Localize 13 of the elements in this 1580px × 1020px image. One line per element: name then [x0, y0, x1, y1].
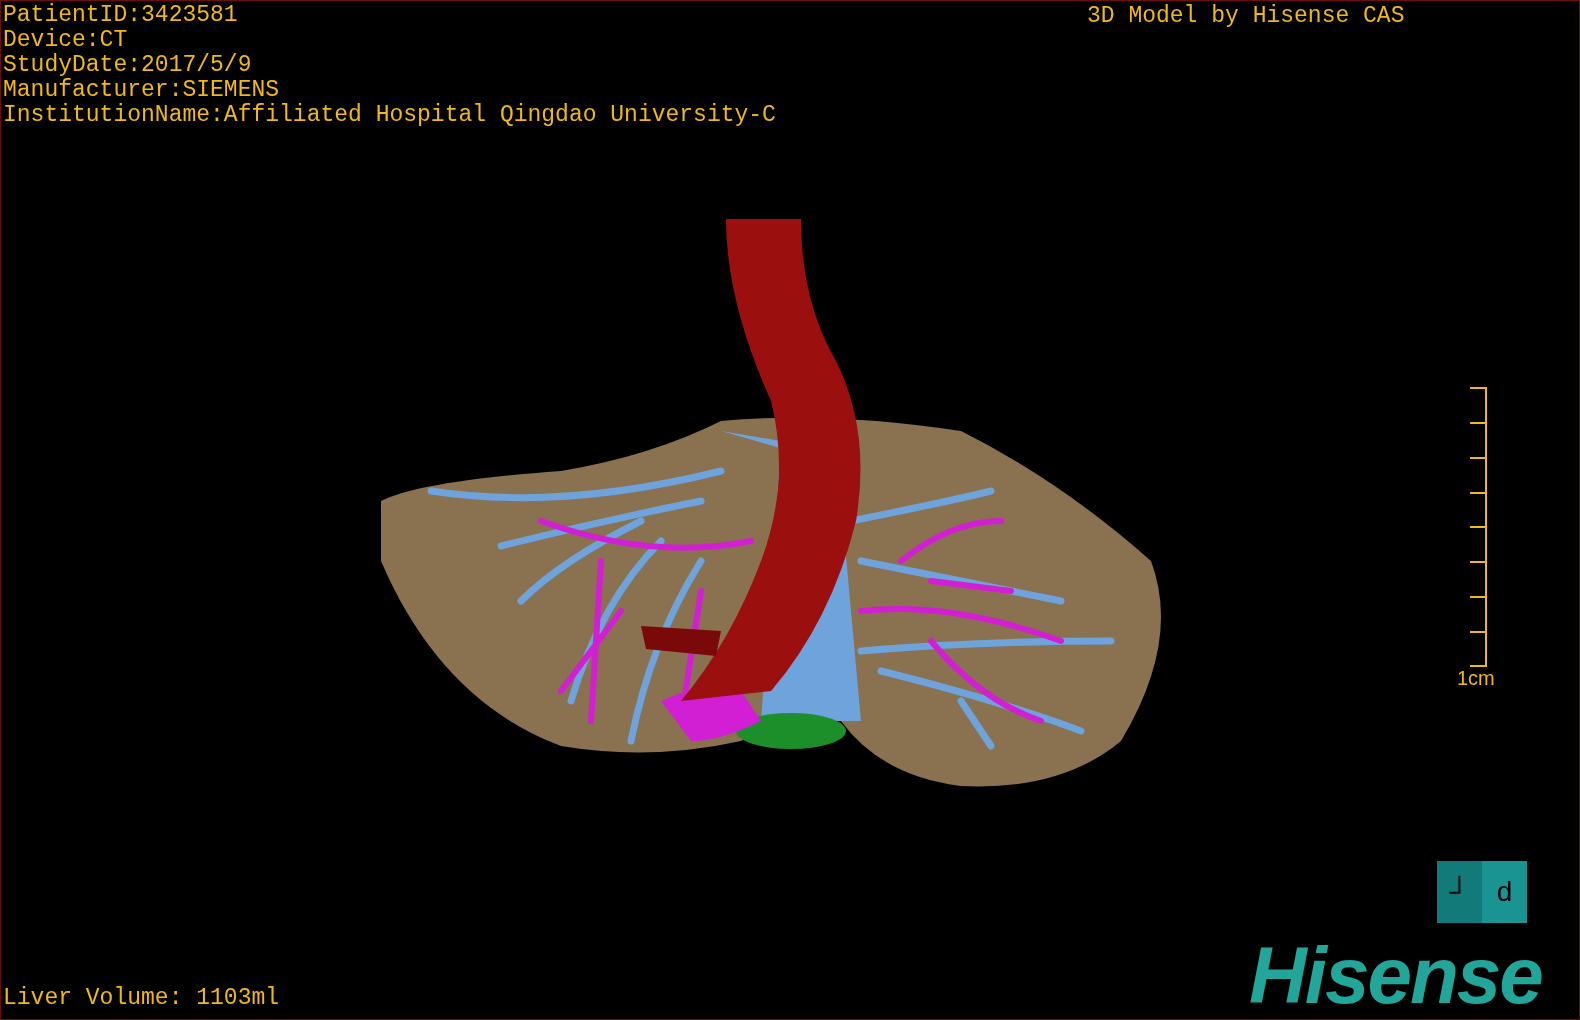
patient-info-text: StudyDate:2017/5/9	[3, 53, 253, 78]
credit-text: 3D Model by Hisense CAS	[1087, 4, 1405, 29]
liver-volume-text: Liver Volume: 1103ml	[3, 986, 280, 1011]
scale-bar-icon	[1469, 387, 1487, 667]
patient-info-text: InstitutionName:Affiliated Hospital Qingdao University-C	[3, 103, 776, 128]
orientation-cube[interactable]: ┘ d	[1437, 861, 1527, 923]
cube-face-label: ┘	[1437, 861, 1482, 923]
brand-logo: Hisense	[1249, 936, 1542, 1016]
patient-info-text: Device:CT	[3, 28, 129, 53]
cube-face-label: d	[1482, 861, 1527, 923]
patient-info-text: Manufacturer:SIEMENS	[3, 78, 281, 103]
patient-info-text: PatientID:3423581	[3, 3, 239, 28]
scale-bar-label: 1cm	[1457, 667, 1495, 689]
